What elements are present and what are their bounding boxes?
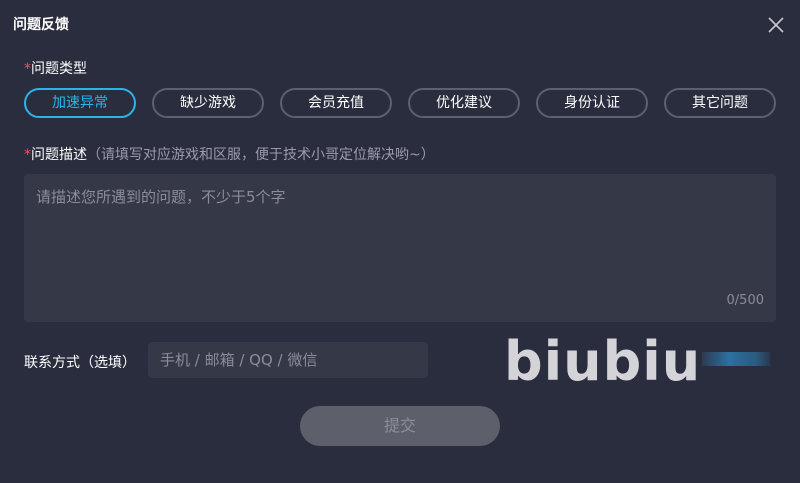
type-option-membership[interactable]: 会员充值 [280,88,392,118]
description-hint: （请填写对应游戏和区服，便于技术小哥定位解决哟~） [87,147,435,163]
problem-type-label-text: 问题类型 [31,61,87,77]
watermark-text: biubiu [504,330,702,393]
contact-label: 联系方式（选填） [24,355,136,371]
submit-button[interactable]: 提交 [300,406,500,446]
close-button[interactable] [764,13,788,37]
description-label: *问题描述（请填写对应游戏和区服，便于技术小哥定位解决哟~） [24,144,435,164]
required-mark: * [24,147,31,163]
dialog-title: 问题反馈 [13,17,69,33]
type-option-acceleration[interactable]: 加速异常 [24,88,136,118]
type-option-suggestion[interactable]: 优化建议 [408,88,520,118]
description-textarea[interactable] [36,186,756,286]
type-option-other[interactable]: 其它问题 [664,88,776,118]
problem-type-options: 加速异常 缺少游戏 会员充值 优化建议 身份认证 其它问题 [24,88,776,118]
char-counter: 0/500 [726,293,764,308]
type-option-identity[interactable]: 身份认证 [536,88,648,118]
description-box: 0/500 [24,174,776,322]
close-icon [768,17,784,33]
problem-type-label: *问题类型 [24,58,87,78]
type-option-missing-game[interactable]: 缺少游戏 [152,88,264,118]
description-label-text: 问题描述 [31,147,87,163]
watermark-bar [702,352,770,366]
contact-input[interactable] [148,342,428,378]
biubiu-watermark: biubiu [504,330,774,394]
required-mark: * [24,61,31,77]
